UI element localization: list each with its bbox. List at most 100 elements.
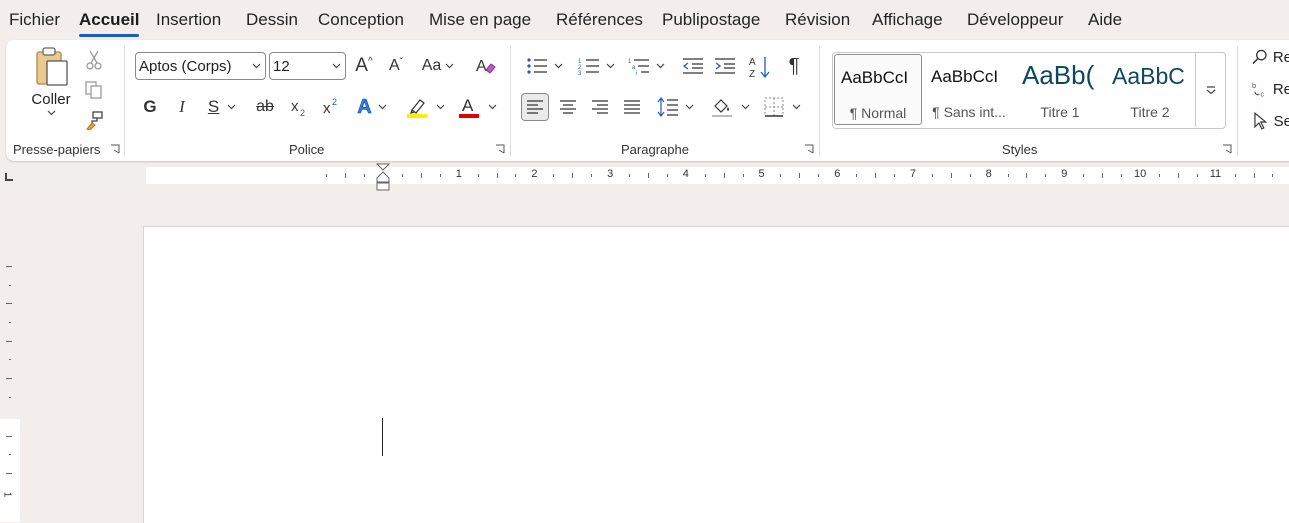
ruler-tick (931, 173, 933, 177)
chevron-down-icon (606, 63, 614, 69)
replace-label: Re (1272, 80, 1289, 98)
styles-more-button[interactable] (1195, 52, 1225, 127)
paint-bucket-icon (711, 99, 732, 117)
tab-affichage[interactable]: Affichage (872, 10, 943, 30)
ruler-tick (6, 436, 12, 437)
copy-button[interactable] (82, 78, 106, 102)
style-heading-1[interactable]: AaBb( Titre 1 (1016, 54, 1104, 125)
clipboard-icon (36, 47, 68, 86)
tab-insertion[interactable]: Insertion (156, 10, 221, 30)
find-button[interactable]: Re (1252, 46, 1289, 68)
strikethrough-button[interactable]: ab (253, 95, 277, 119)
replace-button[interactable]: bc Re (1252, 78, 1289, 100)
chevron-down-icon[interactable] (252, 63, 261, 69)
ruler-number: 2 (531, 168, 538, 180)
tab-developpeur[interactable]: Développeur (967, 10, 1063, 30)
select-button[interactable]: Se (1252, 110, 1289, 132)
ruler-number: 1 (455, 168, 462, 180)
chevron-down-icon[interactable] (332, 63, 341, 69)
copy-icon (85, 81, 102, 99)
svg-text:A: A (749, 57, 756, 68)
search-icon (1252, 49, 1267, 65)
style-name: Titre 2 (1130, 104, 1170, 120)
font-size-value: 12 (273, 58, 290, 75)
clear-formatting-button[interactable]: A (474, 54, 498, 78)
align-right-button[interactable] (587, 94, 613, 120)
justify-button[interactable] (619, 94, 645, 120)
borders-button[interactable] (760, 94, 804, 120)
ruler-tick (893, 173, 895, 177)
shrink-font-icon: A (388, 57, 400, 74)
ruler-tick (326, 173, 328, 177)
style-no-spacing[interactable]: AaBbCcI ¶ Sans int... (925, 54, 1013, 125)
ruler-tick (9, 397, 11, 398)
tab-publipostage[interactable]: Publipostage (662, 10, 760, 30)
underline-button[interactable]: S (202, 95, 242, 119)
ruler-number: 7 (909, 168, 917, 180)
subscript-button[interactable]: x 2 (287, 95, 311, 119)
paste-button[interactable]: Coller (28, 46, 74, 128)
show-formatting-button[interactable]: ¶ (782, 54, 806, 78)
style-name: ¶ Normal (849, 105, 907, 121)
document-page[interactable] (143, 226, 1289, 523)
font-name-combo[interactable]: Aptos (Corps) (135, 52, 266, 80)
vertical-ruler[interactable]: 1 (0, 191, 20, 522)
dialog-launcher-icon[interactable] (1222, 144, 1232, 154)
tab-selector-icon[interactable] (4, 172, 14, 182)
dialog-launcher-icon[interactable] (804, 144, 814, 154)
cut-button[interactable] (82, 48, 106, 72)
highlighter-icon (406, 99, 427, 118)
grow-font-button[interactable]: A ^ (352, 54, 376, 78)
bullets-button[interactable] (522, 54, 566, 78)
tab-fichier[interactable]: Fichier (9, 10, 60, 30)
format-painter-button[interactable] (82, 108, 106, 132)
pilcrow-icon: ¶ (788, 54, 800, 77)
tab-mise-en-page[interactable]: Mise en page (429, 10, 531, 30)
ruler-tick (345, 172, 347, 178)
text-effects-icon: A (357, 95, 372, 118)
sort-button[interactable]: A Z (747, 54, 773, 80)
chevron-down-icon (741, 104, 749, 110)
shrink-font-button[interactable]: Aˇ (384, 54, 408, 78)
ruler-tick (6, 266, 12, 267)
ruler-number: 10 (1134, 168, 1147, 180)
decrease-indent-button[interactable] (680, 54, 706, 78)
tab-accueil[interactable]: Accueil (79, 10, 140, 37)
shading-button[interactable] (708, 94, 752, 120)
tab-dessin[interactable]: Dessin (246, 10, 298, 30)
tab-references[interactable]: Références (556, 10, 643, 30)
style-heading-2[interactable]: AaBbC Titre 2 (1106, 54, 1194, 125)
line-spacing-button[interactable] (653, 94, 697, 120)
numbered-list-icon: 1 2 3 (578, 59, 599, 76)
increase-indent-icon (715, 58, 735, 74)
highlight-color-button[interactable] (404, 95, 446, 119)
chevron-down-icon (685, 104, 693, 110)
dialog-launcher-icon[interactable] (110, 144, 120, 154)
horizontal-ruler[interactable]: 12345678910111 (146, 167, 1289, 184)
change-case-button[interactable]: Aa (418, 54, 458, 78)
bold-button[interactable]: G (139, 95, 161, 119)
increase-indent-button[interactable] (712, 54, 738, 78)
tab-revision[interactable]: Révision (785, 10, 850, 30)
font-color-icon: A (458, 96, 479, 118)
indent-marker-icon[interactable] (376, 163, 390, 193)
italic-button[interactable]: I (171, 95, 193, 119)
font-size-combo[interactable]: 12 (269, 52, 346, 80)
font-color-button[interactable]: A (456, 95, 498, 119)
group-separator (510, 46, 511, 156)
tab-conception[interactable]: Conception (318, 10, 404, 30)
multilevel-list-button[interactable]: 1 a i (624, 54, 668, 78)
tab-aide[interactable]: Aide (1088, 10, 1122, 30)
ruler-tick (666, 173, 668, 177)
dialog-launcher-icon[interactable] (495, 144, 505, 154)
justify-icon (624, 100, 640, 114)
text-effects-button[interactable]: A (351, 95, 393, 119)
superscript-button[interactable]: x 2 (319, 95, 343, 119)
align-center-button[interactable] (555, 94, 581, 120)
ruler-tick (572, 172, 574, 178)
style-normal[interactable]: AaBbCcI ¶ Normal (834, 54, 922, 125)
svg-text:x: x (323, 100, 331, 117)
numbering-button[interactable]: 1 2 3 (574, 54, 618, 78)
svg-text:Z: Z (749, 69, 755, 79)
align-left-button[interactable] (521, 93, 549, 121)
